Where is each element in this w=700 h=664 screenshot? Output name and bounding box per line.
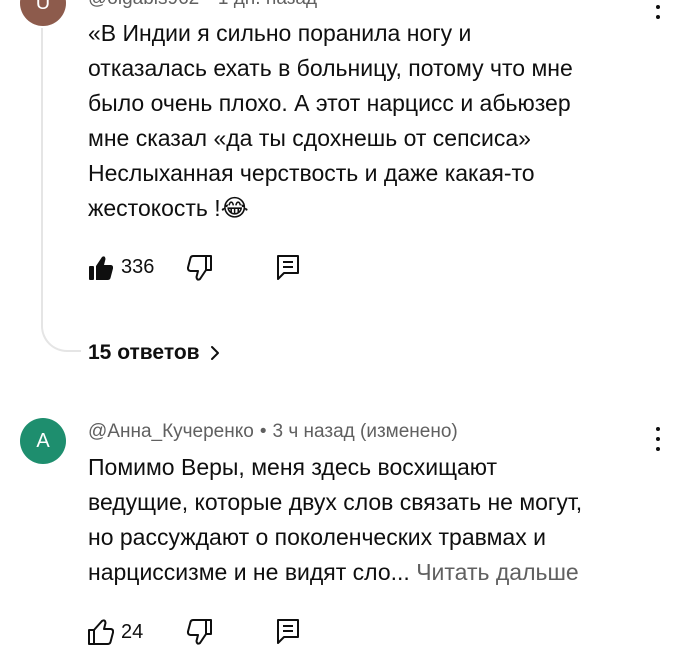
meta-separator: • (259, 421, 267, 442)
comment-author[interactable]: @Анна_Кучеренко (88, 421, 254, 442)
avatar[interactable]: A (20, 418, 66, 464)
comment-line: «В Индии я сильно поранила ногу и (88, 20, 472, 46)
avatar-letter: A (36, 429, 50, 452)
reply-comment-icon (277, 619, 299, 644)
comment-line: ведущие, которые двух слов связать не мо… (88, 489, 583, 515)
comment-line: было очень плохо. А этот нарцисс и абьюз… (88, 90, 571, 116)
avatar-letter: U (35, 0, 51, 14)
comment-line-last: нарциссизме и не видят сло... Читать дал… (88, 555, 688, 590)
thumb-down-icon (186, 619, 212, 645)
reply-button[interactable] (276, 254, 300, 282)
laughing-emoji: 😂 (220, 195, 249, 222)
comment-author[interactable]: @olgabis962 (88, 0, 199, 9)
comment-text: «В Индии я сильно поранила ногу и отказа… (88, 16, 678, 226)
comment-line: но рассуждают о поколенческих травмах и (88, 524, 546, 550)
like-button[interactable] (88, 618, 115, 646)
thumb-up-icon (89, 256, 114, 280)
meta-separator: • (205, 0, 212, 9)
comment-line: жестокость ! (88, 195, 221, 221)
read-more-link[interactable]: Читать дальше (416, 559, 579, 585)
comment-line: мне сказал «да ты сдохнешь от сепсиса» (88, 125, 531, 151)
like-button[interactable] (88, 254, 114, 282)
like-count: 336 (121, 256, 155, 278)
reply-thread-line (41, 28, 81, 352)
replies-count-label: 15 ответов (88, 341, 200, 364)
comment-line: отказалась ехать в больницу, потому что … (88, 55, 573, 81)
thumb-down-icon (186, 255, 212, 281)
comment-meta: @olgabis962 • 1 дн. назад (88, 0, 317, 10)
kebab-dot (656, 437, 660, 441)
comment-meta: @Анна_Кучеренко • 3 ч назад (изменено) (88, 421, 458, 443)
like-count: 24 (121, 621, 144, 643)
more-vertical-icon (656, 427, 660, 431)
reply-comment-icon (277, 255, 299, 280)
replies-toggle[interactable]: 15 ответов (88, 341, 220, 365)
comment-time[interactable]: 1 дн. назад (218, 0, 317, 9)
reply-button[interactable] (276, 618, 300, 646)
comment-time[interactable]: 3 ч назад (изменено) (273, 421, 458, 442)
thumb-up-icon (88, 619, 115, 645)
comment-line-last: жестокость !😂 (88, 191, 678, 226)
comment-text: Помимо Веры, меня здесь восхищают ведущи… (88, 450, 688, 590)
dislike-button[interactable] (186, 618, 212, 646)
comment-line: Неслыханная черствость и даже какая-то (88, 160, 535, 186)
kebab-dot (656, 5, 660, 9)
comment-line: Помимо Веры, меня здесь восхищают (88, 454, 498, 480)
comment-line: нарциссизме и не видят сло... (88, 559, 410, 585)
chevron-right-icon (210, 346, 219, 360)
dislike-button[interactable] (186, 254, 212, 282)
avatar[interactable]: U (20, 0, 66, 26)
